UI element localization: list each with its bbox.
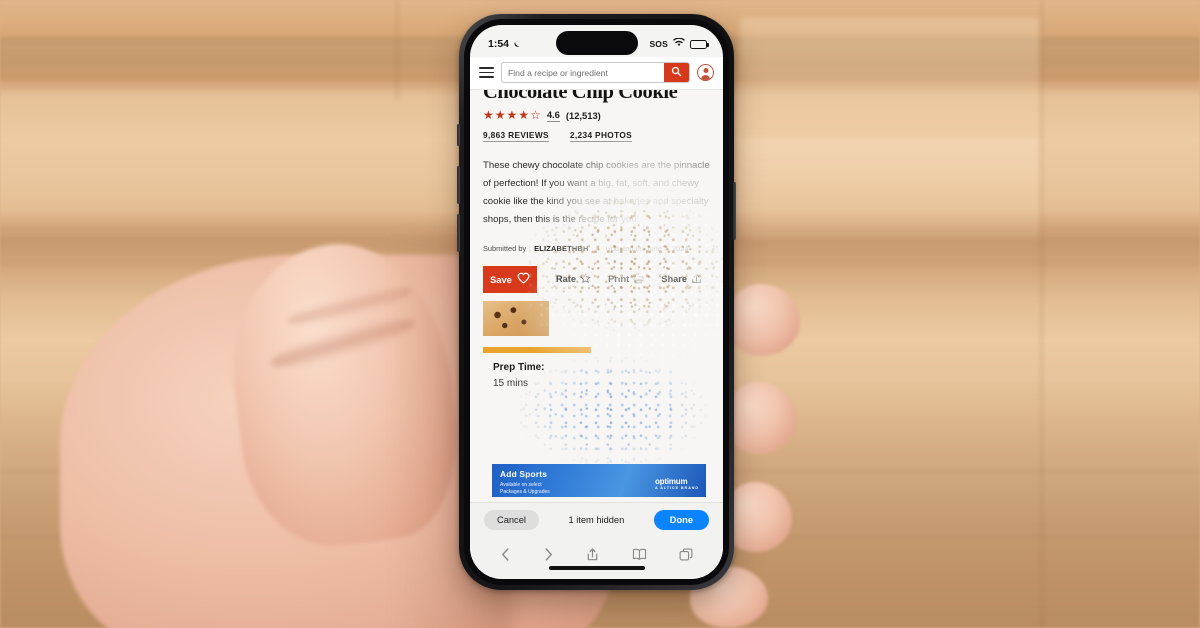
home-indicator <box>548 566 645 570</box>
rating-count: (12,513) <box>565 109 601 121</box>
hamburger-icon[interactable] <box>479 66 494 79</box>
ad-subline-2: Packages & Upgrades <box>500 489 550 495</box>
save-button[interactable]: Save <box>483 265 537 293</box>
print-button-label: Print <box>608 274 630 285</box>
save-button-label: Save <box>490 273 512 285</box>
safari-toolbar-zone <box>470 537 723 577</box>
share-button-label: Share <box>661 274 688 285</box>
star-full-icon: ★ <box>506 108 518 123</box>
star-full-icon: ★ <box>518 108 530 123</box>
rate-button-label: Rate <box>555 274 577 285</box>
prep-time-card: Prep Time: 15 mins <box>483 346 679 396</box>
moon-icon <box>512 40 521 49</box>
account-icon[interactable] <box>697 64 714 81</box>
star-icon <box>580 272 591 286</box>
byline: Submitted by ELIZABETHBH Updated on June… <box>483 243 710 253</box>
recipe-page: Chocolate Chip Cookie ★ ★ ★ ★ ☆ 4.6 (12,… <box>470 90 723 502</box>
iphone-device: 1:54 SOS Find a recipe or ingredient Cho… <box>457 14 736 590</box>
hamburger-bar <box>479 71 494 74</box>
status-bar: 1:54 SOS <box>470 25 723 57</box>
page-title: Chocolate Chip Cookie <box>483 90 678 103</box>
prep-time-label: Prep Time: <box>493 361 545 373</box>
chevron-right-icon[interactable] <box>543 547 554 567</box>
volume-up-button[interactable] <box>457 166 460 204</box>
rating-row: ★ ★ ★ ★ ☆ 4.6 (12,513) <box>483 109 710 122</box>
ad-subline-1: Available on select <box>500 481 542 488</box>
ad-banner[interactable]: Add Sports Available on select Packages … <box>492 464 706 497</box>
hamburger-bar <box>479 66 494 69</box>
recipe-description: These chewy chocolate chip cookies are t… <box>483 159 710 226</box>
star-full-icon: ★ <box>494 108 506 123</box>
action-row: Save Rate Print Share <box>483 265 710 293</box>
star-full-icon: ★ <box>483 108 494 123</box>
ad-brand-logo: optimum A ALTICE BRAND <box>655 477 699 490</box>
updated-date: Updated on June 7, 2024 <box>605 243 689 253</box>
silent-switch[interactable] <box>457 124 460 146</box>
ad-text: Add Sports Available on select Packages … <box>500 469 550 495</box>
fingertip <box>724 382 796 454</box>
hidden-item-status: 1 item hidden <box>568 515 625 525</box>
dissolve-white-particles <box>470 90 723 502</box>
search-bar <box>501 62 690 83</box>
chevron-left-icon[interactable] <box>500 547 511 567</box>
reviews-link[interactable]: 9,863 REVIEWS <box>483 130 549 142</box>
volume-down-button[interactable] <box>457 214 460 252</box>
dissolve-gold-particles <box>470 90 723 502</box>
battery-icon <box>690 39 709 49</box>
meta-links-row: 9,863 REVIEWS 2,234 PHOTOS <box>483 130 710 142</box>
dissolve-blue-particles <box>470 90 723 502</box>
account-glyph <box>701 74 710 80</box>
book-icon[interactable] <box>632 548 647 566</box>
search-button[interactable] <box>664 63 689 82</box>
hamburger-bar <box>479 76 494 79</box>
fingertip <box>726 284 800 356</box>
done-button[interactable]: Done <box>653 510 709 530</box>
rating-value[interactable]: 4.6 <box>546 109 560 122</box>
hide-item-dissolve-effect <box>470 90 723 502</box>
author-name[interactable]: ELIZABETHBH <box>534 244 588 253</box>
status-bar-left: 1:54 <box>488 38 521 50</box>
phone-screen: 1:54 SOS Find a recipe or ingredient Cho… <box>470 25 723 579</box>
cancel-button[interactable]: Cancel <box>484 510 539 530</box>
sos-indicator: SOS <box>649 39 668 49</box>
tabs-icon[interactable] <box>679 548 693 567</box>
share-icon <box>691 273 702 286</box>
rate-button[interactable]: Rate <box>555 272 591 286</box>
status-bar-right: SOS <box>649 37 709 50</box>
cookie-thumbnail-image[interactable] <box>483 300 549 336</box>
ad-brand-name: optimum <box>654 477 688 486</box>
star-half-icon: ☆ <box>530 108 541 123</box>
prep-card-body: Prep Time: 15 mins <box>483 353 679 396</box>
ad-headline: Add Sports <box>500 469 548 479</box>
wifi-icon <box>673 37 685 50</box>
hide-item-bar: Cancel 1 item hidden Done <box>470 502 723 537</box>
share-button[interactable]: Share <box>661 273 702 286</box>
dissolve-fade-layer <box>470 90 723 502</box>
photos-link[interactable]: 2,234 PHOTOS <box>569 130 633 142</box>
dynamic-island <box>555 31 638 55</box>
site-header <box>470 57 723 90</box>
print-button[interactable]: Print <box>608 273 644 286</box>
share-up-icon[interactable] <box>586 547 599 567</box>
heart-icon <box>517 272 530 286</box>
ad-brand-tagline: A ALTICE BRAND <box>654 486 699 490</box>
search-icon <box>671 65 682 80</box>
safari-toolbar <box>470 537 723 577</box>
power-button[interactable] <box>733 182 736 240</box>
prep-time-value: 15 mins <box>493 377 529 389</box>
printer-icon <box>633 273 644 286</box>
byline-divider <box>596 243 598 253</box>
rating-stars[interactable]: ★ ★ ★ ★ ☆ <box>483 109 541 121</box>
search-input[interactable] <box>502 63 664 82</box>
submitted-prefix: Submitted by <box>483 243 527 253</box>
status-time: 1:54 <box>488 38 510 50</box>
